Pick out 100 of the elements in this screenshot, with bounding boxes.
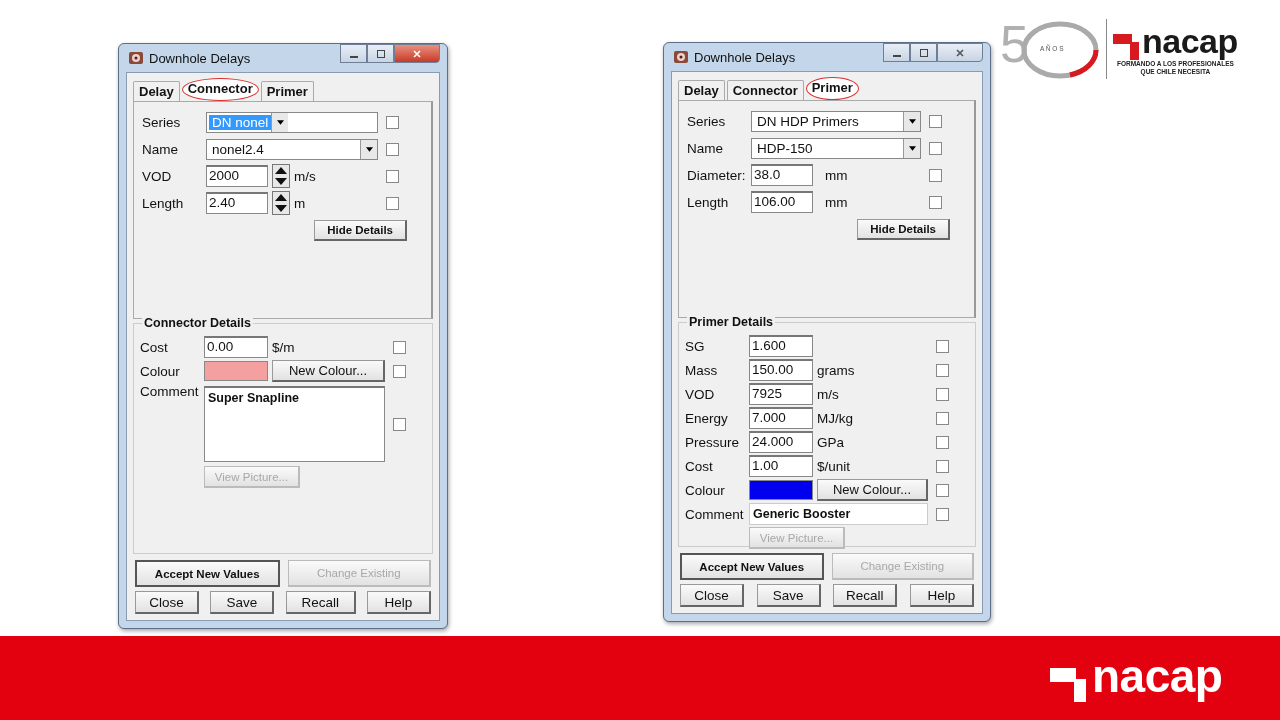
checkbox[interactable] xyxy=(936,435,949,449)
minimize-button[interactable] xyxy=(883,43,910,62)
unit-label: MJ/kg xyxy=(817,410,853,426)
checkbox[interactable] xyxy=(929,195,942,209)
checkbox[interactable] xyxy=(393,417,406,431)
app-icon xyxy=(128,50,144,66)
checkbox[interactable] xyxy=(936,387,949,401)
checkbox[interactable] xyxy=(393,364,406,378)
input-field[interactable]: 1.00 xyxy=(749,455,813,477)
group-title: Primer Details xyxy=(687,315,776,329)
checkbox[interactable] xyxy=(936,411,949,425)
unit-label: mm xyxy=(825,194,848,210)
dropdown[interactable]: nonel2.4 xyxy=(206,138,378,160)
close-icon xyxy=(955,47,965,58)
minimize-icon xyxy=(892,54,901,57)
checkbox[interactable] xyxy=(936,483,949,497)
tab[interactable]: Primer xyxy=(260,81,314,101)
input-field[interactable]: 24.000 xyxy=(749,431,813,453)
checkbox[interactable] xyxy=(929,168,942,182)
field-label: Length xyxy=(142,195,185,211)
field-label: Length xyxy=(687,194,730,210)
maximize-button[interactable] xyxy=(367,44,394,63)
dialog-button[interactable]: Help xyxy=(367,591,431,614)
caret-icon xyxy=(908,145,916,151)
unit-label: m xyxy=(294,195,306,211)
field-label: Series xyxy=(142,114,182,130)
comment-box[interactable]: Super Snapline xyxy=(204,386,385,462)
checkbox[interactable] xyxy=(386,196,399,210)
field-label: Mass xyxy=(685,362,719,378)
dropdown[interactable]: HDP-150 xyxy=(751,137,921,159)
field-label: VOD xyxy=(685,386,716,402)
brand-logo: nacap xyxy=(1142,22,1238,60)
field-label: Name xyxy=(687,140,724,156)
window-title: Downhole Delays xyxy=(149,50,251,66)
new-colour-button[interactable]: New Colour... xyxy=(272,360,385,382)
logo-block-icon xyxy=(1113,34,1141,60)
input-field[interactable]: 7925 xyxy=(749,383,813,405)
checkbox[interactable] xyxy=(386,169,399,183)
checkbox[interactable] xyxy=(936,363,949,377)
maximize-icon xyxy=(918,47,929,58)
input-field[interactable]: 0.00 xyxy=(204,336,268,358)
input-field[interactable]: 2.40 xyxy=(206,192,268,214)
accept-button[interactable]: Accept New Values xyxy=(680,553,824,580)
unit-label: mm xyxy=(825,167,848,183)
checkbox[interactable] xyxy=(393,340,406,354)
accept-button[interactable]: Accept New Values xyxy=(135,560,280,587)
unit-label: $/m xyxy=(272,339,295,355)
input-field[interactable]: 150.00 xyxy=(749,359,813,381)
field-label: Colour xyxy=(140,363,181,379)
tab[interactable]: Delay xyxy=(133,81,180,101)
field-label: Name xyxy=(142,141,179,157)
hide-details-button[interactable]: Hide Details xyxy=(314,220,407,241)
field-label: Cost xyxy=(685,458,714,474)
dialog-button[interactable]: Close xyxy=(135,591,199,614)
close-button[interactable] xyxy=(937,43,983,62)
colour-swatch[interactable] xyxy=(204,361,268,381)
input-field[interactable]: 7.000 xyxy=(749,407,813,429)
close-icon xyxy=(412,48,422,59)
input-field[interactable]: 106.00 xyxy=(751,191,813,213)
maximize-button[interactable] xyxy=(910,43,937,62)
hide-details-button[interactable]: Hide Details xyxy=(857,219,950,240)
brand-logo: nacap xyxy=(1092,650,1223,702)
maximize-icon xyxy=(375,48,386,59)
caret-icon xyxy=(276,119,284,125)
colour-swatch[interactable] xyxy=(749,480,813,500)
dialog-button[interactable]: Close xyxy=(680,584,744,607)
unit-label: m/s xyxy=(817,386,839,402)
dialog-button[interactable]: Save xyxy=(756,584,821,607)
input-field[interactable]: 2000 xyxy=(206,165,268,187)
dialog-button[interactable]: Recall xyxy=(833,584,898,607)
group-title: Connector Details xyxy=(142,316,253,330)
spinner-icon[interactable] xyxy=(272,191,290,215)
tab[interactable]: Primer xyxy=(805,77,859,100)
dropdown[interactable]: DN HDP Primers xyxy=(751,110,921,132)
checkbox[interactable] xyxy=(386,115,399,129)
app-icon xyxy=(673,49,689,65)
dialog-button[interactable]: Save xyxy=(210,591,275,614)
tab[interactable]: Connector xyxy=(181,78,259,101)
caret-icon xyxy=(365,146,373,152)
tab[interactable]: Connector xyxy=(726,80,804,100)
unit-label: grams xyxy=(817,362,855,378)
field-label: Series xyxy=(687,113,727,129)
checkbox[interactable] xyxy=(929,114,942,128)
minimize-button[interactable] xyxy=(340,44,367,63)
input-field[interactable]: 38.0 xyxy=(751,164,813,186)
checkbox[interactable] xyxy=(936,339,949,353)
dialog-button[interactable]: Recall xyxy=(285,591,356,614)
checkbox[interactable] xyxy=(936,507,949,521)
new-colour-button[interactable]: New Colour... xyxy=(817,479,928,501)
spinner-icon[interactable] xyxy=(272,164,290,188)
tab[interactable]: Delay xyxy=(678,80,725,100)
checkbox[interactable] xyxy=(936,459,949,473)
comment-field[interactable]: Generic Booster xyxy=(749,503,928,525)
field-label: Diameter: xyxy=(687,167,747,183)
checkbox[interactable] xyxy=(386,142,399,156)
field-label: Comment xyxy=(685,506,745,522)
input-field[interactable]: 1.600 xyxy=(749,335,813,357)
checkbox[interactable] xyxy=(929,141,942,155)
caret-icon xyxy=(908,118,916,124)
dialog-button[interactable]: Help xyxy=(909,584,974,607)
